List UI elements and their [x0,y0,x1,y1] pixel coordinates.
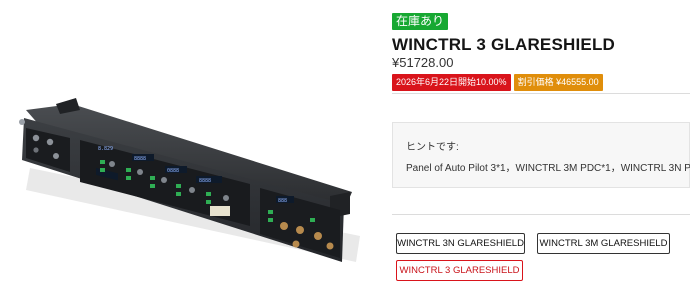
svg-text:8.829: 8.829 [98,146,113,152]
hint-text: Panel of Auto Pilot 3*1，WINCTRL 3M PDC*1… [406,163,690,174]
product-title: WINCTRL 3 GLARESHIELD [392,35,616,54]
divider [392,93,690,94]
svg-text:8888: 8888 [199,178,211,184]
variant-option-3m-glareshield[interactable]: WINCTRL 3M GLARESHIELD [537,233,670,254]
product-price: ¥51728.00 [392,55,454,70]
promo-row: 2026年6月22日開始10.00% 割引価格 ¥46555.00 [392,74,603,91]
product-image[interactable]: 8.829 8888 0888 8888 888 [0,0,380,296]
divider [392,214,690,215]
variant-option-3n-glareshield[interactable]: WINCTRL 3N GLARESHIELD [396,233,525,254]
svg-text:8888: 8888 [134,156,146,162]
promo-date-badge: 2026年6月22日開始10.00% [392,74,511,91]
stock-status-badge: 在庫あり [392,13,449,30]
hint-box: ヒントです: Panel of Auto Pilot 3*1，WINCTRL 3… [392,122,690,188]
promo-price-badge: 割引価格 ¥46555.00 [513,74,603,91]
svg-text:0888: 0888 [167,168,179,174]
variant-option-3-glareshield[interactable]: WINCTRL 3 GLARESHIELD [396,260,523,281]
product-details: 在庫あり WINCTRL 3 GLARESHIELD ¥51728.00 202… [392,0,690,296]
product-image-area: 8.829 8888 0888 8888 888 [0,0,380,296]
svg-text:888: 888 [278,198,287,204]
hint-label: ヒントです: [406,142,459,153]
